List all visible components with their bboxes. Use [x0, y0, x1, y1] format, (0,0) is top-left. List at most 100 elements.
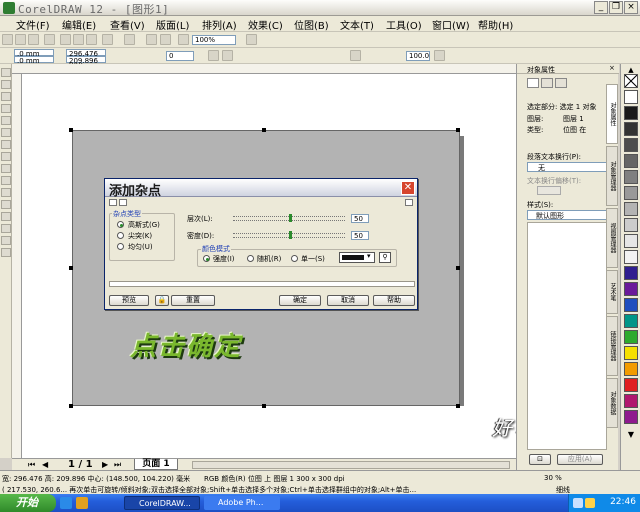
radio-single[interactable] — [291, 255, 298, 262]
fill-tab-icon[interactable] — [527, 78, 539, 88]
selection-handle[interactable] — [69, 404, 73, 408]
color-swatch[interactable] — [624, 122, 638, 136]
menu-effects[interactable]: 效果(C) — [248, 17, 283, 32]
pick-tool-icon[interactable] — [1, 68, 11, 77]
horizontal-scrollbar[interactable] — [192, 461, 510, 469]
tab-object-manager[interactable]: 对象管理器 — [606, 146, 618, 206]
ok-button[interactable]: 确定 — [279, 295, 321, 306]
outline-tool-icon[interactable] — [1, 224, 11, 233]
color-swatch[interactable] — [624, 394, 638, 408]
tab-artistic-media[interactable]: 艺术笔 — [606, 270, 618, 314]
color-swatch[interactable] — [624, 170, 638, 184]
level-input[interactable]: 50 — [351, 214, 369, 223]
selection-handle[interactable] — [262, 404, 266, 408]
basic-shapes-tool-icon[interactable] — [1, 176, 11, 185]
zoom-level-field[interactable]: 100% — [192, 35, 236, 45]
tray-icon[interactable] — [573, 498, 583, 508]
quicklaunch-icon[interactable] — [76, 497, 88, 509]
height-field[interactable]: 209.896 mm — [66, 56, 106, 73]
rotation-field[interactable]: 0 — [166, 51, 194, 61]
rectangle-tool-icon[interactable] — [1, 140, 11, 149]
selection-handle[interactable] — [456, 266, 460, 270]
corel-app-icon[interactable] — [3, 2, 15, 14]
zoom-percent-field[interactable]: 100.0 — [406, 51, 430, 61]
menu-bitmaps[interactable]: 位图(B) — [294, 17, 329, 32]
print-icon[interactable] — [44, 34, 55, 45]
preview-mode-icon[interactable] — [109, 199, 117, 206]
menu-file[interactable]: 文件(F) — [16, 17, 50, 32]
wrap-icon[interactable] — [350, 50, 361, 61]
color-swatch[interactable] — [624, 154, 638, 168]
color-swatch[interactable] — [624, 250, 638, 264]
outline-tab-icon[interactable] — [541, 78, 553, 88]
radio-random[interactable] — [247, 255, 254, 262]
color-swatch[interactable] — [624, 330, 638, 344]
lock-apply-icon[interactable]: ⊡ — [529, 454, 551, 465]
dialog-close-icon[interactable]: ✕ — [401, 181, 415, 195]
wrap-dropdown[interactable]: 无 — [527, 162, 607, 172]
menu-text[interactable]: 文本(T) — [340, 17, 374, 32]
x-position-field[interactable]: .0 mm — [14, 49, 54, 58]
undo-icon[interactable] — [102, 34, 113, 45]
density-slider-thumb[interactable] — [289, 231, 292, 239]
menu-tools[interactable]: 工具(O) — [386, 17, 422, 32]
y-position-field[interactable]: .0 mm — [14, 56, 54, 65]
palette-scroll-up-icon[interactable]: ▲ — [624, 66, 638, 74]
application-launcher-icon[interactable] — [178, 34, 189, 45]
tab-view-manager[interactable]: 视图管理器 — [606, 208, 618, 268]
color-swatch[interactable] — [624, 314, 638, 328]
start-button[interactable]: 开始 — [0, 494, 56, 512]
redo-icon[interactable] — [124, 34, 135, 45]
dialog-title-bar[interactable]: 添加杂点 ✕ — [105, 179, 417, 199]
color-swatch[interactable] — [624, 362, 638, 376]
selection-handle[interactable] — [456, 404, 460, 408]
interactive-blend-tool-icon[interactable] — [1, 200, 11, 209]
style-dropdown[interactable]: 默认图形 — [527, 210, 607, 220]
interactive-fill-tool-icon[interactable] — [1, 248, 11, 257]
radio-uniform[interactable] — [117, 243, 124, 250]
page-tab-1[interactable]: 页面 1 — [134, 459, 178, 470]
menu-window[interactable]: 窗口(W) — [432, 17, 470, 32]
snap-icon[interactable] — [246, 34, 257, 45]
paste-icon[interactable] — [86, 34, 97, 45]
docker-close-icon[interactable]: × — [609, 64, 615, 72]
color-swatch[interactable] — [624, 138, 638, 152]
first-page-icon[interactable]: ⏮ — [28, 460, 35, 470]
preview-button[interactable]: 预览 — [109, 295, 149, 306]
menu-layout[interactable]: 版面(L) — [156, 17, 189, 32]
general-tab-icon[interactable] — [555, 78, 567, 88]
import-icon[interactable] — [146, 34, 157, 45]
color-swatch[interactable] — [624, 298, 638, 312]
copy-icon[interactable] — [73, 34, 84, 45]
no-color-swatch[interactable] — [624, 74, 638, 88]
taskbar-coreldraw[interactable]: CorelDRAW... — [124, 496, 200, 510]
cancel-button[interactable]: 取消 — [327, 295, 369, 306]
color-swatch[interactable] — [624, 234, 638, 248]
selection-handle[interactable] — [456, 128, 460, 132]
selection-handle[interactable] — [262, 128, 266, 132]
color-swatch[interactable] — [624, 410, 638, 424]
horizontal-ruler[interactable] — [12, 64, 516, 74]
new-icon[interactable] — [2, 34, 13, 45]
close-icon[interactable]: × — [624, 1, 638, 14]
tab-object-properties[interactable]: 对象属性 — [606, 84, 618, 144]
save-icon[interactable] — [28, 34, 39, 45]
tray-icon[interactable] — [585, 498, 595, 508]
color-swatch[interactable] — [624, 218, 638, 232]
minimize-icon[interactable]: _ — [594, 1, 608, 14]
eyedropper-tool-icon[interactable] — [1, 212, 11, 221]
export-icon[interactable] — [160, 34, 171, 45]
cut-icon[interactable] — [60, 34, 71, 45]
text-tool-icon[interactable] — [1, 188, 11, 197]
color-swatch[interactable] — [624, 346, 638, 360]
tab-link-manager[interactable]: 链接管理器 — [606, 316, 618, 376]
smart-fill-tool-icon[interactable] — [1, 128, 11, 137]
menu-edit[interactable]: 编辑(E) — [62, 17, 96, 32]
open-icon[interactable] — [15, 34, 26, 45]
freehand-tool-icon[interactable] — [1, 116, 11, 125]
width-field[interactable]: 296.476 mm — [66, 49, 106, 66]
menu-arrange[interactable]: 排列(A) — [202, 17, 237, 32]
lock-icon[interactable]: 🔒 — [155, 295, 169, 306]
density-input[interactable]: 50 — [351, 231, 369, 240]
color-swatch[interactable] — [624, 186, 638, 200]
